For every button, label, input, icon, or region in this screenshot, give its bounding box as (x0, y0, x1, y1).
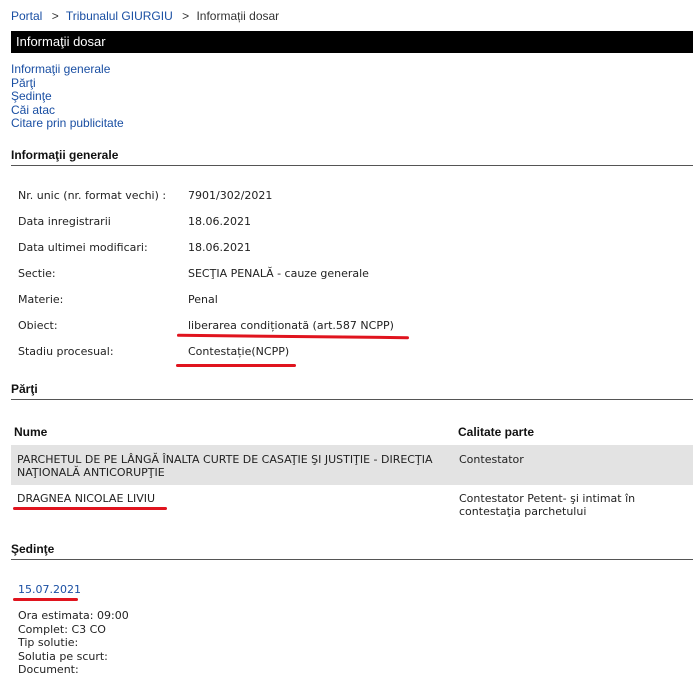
general-info-heading: Informaţii generale (11, 148, 693, 166)
info-value: SECŢIA PENALĂ - cauze generale (188, 267, 369, 280)
info-label: Stadiu procesual: (18, 345, 114, 358)
party-role: Contestator Petent- şi intimat în contes… (459, 492, 636, 518)
info-label: Data inregistrarii (18, 215, 111, 228)
column-header-name: Nume (14, 425, 48, 439)
annotation-underline (176, 333, 410, 340)
annotation-underline (13, 598, 78, 601)
nav-link-general-info[interactable]: Informaţii generale (11, 62, 124, 77)
breadcrumb-separator: > (182, 9, 190, 23)
info-label: Obiect: (18, 319, 58, 332)
info-value: Penal (188, 293, 218, 306)
annotation-underline (13, 507, 167, 510)
breadcrumb-separator: > (51, 9, 59, 23)
session-panel: Complet: C3 CO (18, 622, 106, 636)
annotation-underline (176, 364, 296, 367)
party-name: PARCHETUL DE PE LÂNGĂ ÎNALTA CURTE DE CA… (17, 453, 433, 479)
sessions-heading: Şedinţe (11, 542, 693, 560)
info-label: Nr. unic (nr. format vechi) : (18, 189, 167, 202)
nav-link-parties[interactable]: Părţi (11, 76, 124, 91)
session-details: Ora estimata: 09:00 Complet: C3 CO Tip s… (18, 609, 129, 677)
session-estimated-time: Ora estimata: 09:00 (18, 609, 129, 622)
breadcrumb-court-link[interactable]: Tribunalul GIURGIU (66, 9, 173, 23)
info-value: Contestație(NCPP) (188, 345, 290, 358)
party-role: Contestator (459, 453, 524, 466)
nav-link-sessions[interactable]: Şedinţe (11, 89, 124, 104)
nav-link-public-summons[interactable]: Citare prin publicitate (11, 116, 124, 131)
table-row: DRAGNEA NICOLAE LIVIU Contestator Petent… (11, 485, 693, 525)
breadcrumb-current: Informații dosar (196, 9, 280, 23)
session-solution-type: Tip solutie: (18, 636, 79, 649)
parties-heading: Părţi (11, 382, 693, 400)
info-label: Sectie: (18, 267, 56, 280)
info-label: Materie: (18, 293, 64, 306)
session-document: Document: (18, 663, 79, 676)
breadcrumb-portal-link[interactable]: Portal (11, 9, 42, 23)
session-solution-summary: Solutia pe scurt: (18, 649, 108, 663)
page-title: Informaţii dosar (11, 31, 693, 53)
section-nav: Informaţii generale Părţi Şedinţe Căi at… (11, 62, 124, 131)
table-row: PARCHETUL DE PE LÂNGĂ ÎNALTA CURTE DE CA… (11, 445, 693, 485)
session-date-link[interactable]: 15.07.2021 (18, 583, 81, 596)
info-value: 18.06.2021 (188, 215, 251, 228)
column-header-role: Calitate parte (458, 425, 535, 439)
info-value: 7901/302/2021 (188, 189, 273, 202)
nav-link-appeals[interactable]: Căi atac (11, 103, 124, 118)
info-label: Data ultimei modificari: (18, 241, 148, 254)
breadcrumb: Portal > Tribunalul GIURGIU > Informații… (11, 9, 279, 23)
party-name: DRAGNEA NICOLAE LIVIU (17, 492, 156, 505)
info-value: 18.06.2021 (188, 241, 251, 254)
info-value: liberarea condiționată (art.587 NCPP) (188, 319, 394, 332)
